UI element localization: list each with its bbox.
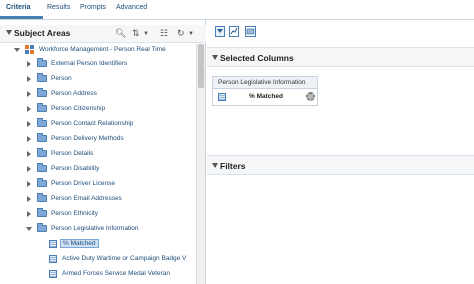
tree-folder[interactable]: Person Email Addresses: [0, 193, 196, 206]
expand-icon[interactable]: [27, 61, 31, 67]
tree-column-label: Active Duty Wartime or Campaign Badge V: [62, 255, 187, 262]
selected-column-body: % Matched: [213, 90, 317, 105]
sort-dropdown-icon[interactable]: ▼: [143, 31, 149, 37]
column-icon: [49, 240, 57, 248]
criteria-toolbar: [207, 25, 474, 41]
tree-folder[interactable]: Person Disability: [0, 163, 196, 176]
filters-header: Filters: [207, 155, 474, 175]
selected-columns-title: Selected Columns: [220, 53, 294, 63]
expand-icon[interactable]: [27, 181, 31, 187]
collapse-icon[interactable]: [212, 163, 218, 168]
tree-folder-label: Person: [51, 75, 72, 82]
tab-results[interactable]: Results: [47, 4, 70, 11]
tree-folder[interactable]: External Person Identifiers: [0, 58, 196, 71]
tree-folder-label: Person Email Addresses: [51, 195, 122, 202]
expand-icon[interactable]: [27, 211, 31, 217]
subject-area-tree: Workforce Management - Person Real Time …: [0, 44, 196, 284]
tree-folder[interactable]: Person Delivery Methods: [0, 133, 196, 146]
tree-folder[interactable]: Person: [0, 73, 196, 86]
folder-icon: [37, 118, 47, 127]
tree-scrollbar[interactable]: [196, 44, 205, 284]
expand-icon[interactable]: [27, 151, 31, 157]
folder-icon: [37, 208, 47, 217]
tab-prompts[interactable]: Prompts: [80, 4, 106, 11]
collapse-icon[interactable]: [26, 227, 32, 231]
sql-icon[interactable]: [245, 26, 256, 37]
expand-icon[interactable]: [27, 106, 31, 112]
tree-folder[interactable]: Person Contact Relationship: [0, 118, 196, 131]
scroll-thumb[interactable]: [198, 44, 204, 88]
column-icon: [49, 255, 57, 263]
expand-icon[interactable]: [27, 196, 31, 202]
column-icon: [218, 93, 226, 101]
tab-advanced[interactable]: Advanced: [116, 4, 147, 11]
folder-icon: [37, 178, 47, 187]
folder-icon: [37, 193, 47, 202]
tree-folder[interactable]: Person Citizenship: [0, 103, 196, 116]
tab-criteria[interactable]: Criteria: [6, 4, 31, 11]
tree-folder-label: Person Disability: [51, 165, 100, 172]
filters-title: Filters: [220, 161, 246, 171]
subject-areas-panel: Subject Areas 🔍︎ ⇅ ▼ ☷ ↻ ▼ Workforce Man…: [0, 20, 206, 284]
tree-folder-label: Person Ethnicity: [51, 210, 98, 217]
tree-folder[interactable]: Person Ethnicity: [0, 208, 196, 221]
expand-icon[interactable]: [14, 48, 20, 52]
expand-icon[interactable]: [27, 166, 31, 172]
folder-icon: [37, 103, 47, 112]
refresh-dropdown-icon[interactable]: ▼: [188, 31, 194, 37]
tree-folder-label: External Person Identifiers: [51, 60, 128, 67]
sort-icon[interactable]: ⇅: [132, 28, 140, 39]
folder-icon: [37, 148, 47, 157]
selected-column-card[interactable]: Person Legislative Information % Matched: [212, 76, 318, 106]
subject-areas-header: Subject Areas 🔍︎ ⇅ ▼ ☷ ↻ ▼: [0, 25, 206, 43]
folder-icon: [37, 73, 47, 82]
gear-icon[interactable]: [306, 92, 315, 101]
collapse-icon[interactable]: [6, 30, 12, 35]
column-folder-label: Person Legislative Information: [213, 77, 317, 89]
tree-icon[interactable]: ☷: [160, 28, 168, 39]
folder-icon: [37, 163, 47, 172]
expand-icon[interactable]: [27, 136, 31, 142]
tree-column[interactable]: Armed Forces Service Medal Veteran: [0, 268, 196, 281]
collapse-icon[interactable]: [212, 55, 218, 60]
tree-folder-label: Person Citizenship: [51, 105, 106, 112]
folder-icon: [37, 58, 47, 67]
expand-icon[interactable]: [27, 91, 31, 97]
refresh-icon[interactable]: ↻: [177, 28, 185, 39]
tree-folder[interactable]: Person Driver License: [0, 178, 196, 191]
tree-folder-label: Person Contact Relationship: [51, 120, 134, 127]
folder-icon: [37, 223, 47, 232]
tree-folder[interactable]: Person Address: [0, 88, 196, 101]
tree-column-selected[interactable]: % Matched: [0, 238, 196, 251]
tree-folder-label: Person Driver License: [51, 180, 115, 187]
search-icon[interactable]: 🔍︎: [115, 28, 126, 39]
folder-icon: [37, 133, 47, 142]
tree-column-label: Armed Forces Service Medal Veteran: [62, 270, 171, 277]
tree-root-label: Workforce Management - Person Real Time: [39, 46, 166, 53]
filter-icon[interactable]: [215, 26, 225, 37]
tree-folder-label: Person Details: [51, 150, 94, 157]
expand-icon[interactable]: [27, 121, 31, 127]
expand-icon[interactable]: [27, 76, 31, 82]
selected-columns-header: Selected Columns: [207, 47, 474, 67]
tab-bar: Criteria Results Prompts Advanced: [0, 0, 474, 20]
active-tab-indicator: [0, 16, 43, 19]
chart-icon[interactable]: [229, 26, 239, 37]
folder-icon: [37, 88, 47, 97]
column-icon: [49, 270, 57, 278]
subject-area-icon: [25, 45, 35, 55]
tree-folder-label: Person Address: [51, 90, 97, 97]
tree-column[interactable]: Active Duty Wartime or Campaign Badge V: [0, 253, 196, 266]
criteria-panel: Selected Columns Person Legislative Info…: [207, 20, 474, 284]
selected-column-name: % Matched: [249, 93, 283, 100]
subject-areas-title: Subject Areas: [14, 28, 71, 38]
tree-folder[interactable]: Person Details: [0, 148, 196, 161]
tree-folder-expanded[interactable]: Person Legislative Information: [0, 223, 196, 236]
tree-column-label: % Matched: [60, 239, 99, 248]
tree-folder-label: Person Delivery Methods: [51, 135, 124, 142]
tree-folder-label: Person Legislative Information: [51, 225, 139, 232]
tree-root[interactable]: Workforce Management - Person Real Time: [0, 44, 196, 57]
